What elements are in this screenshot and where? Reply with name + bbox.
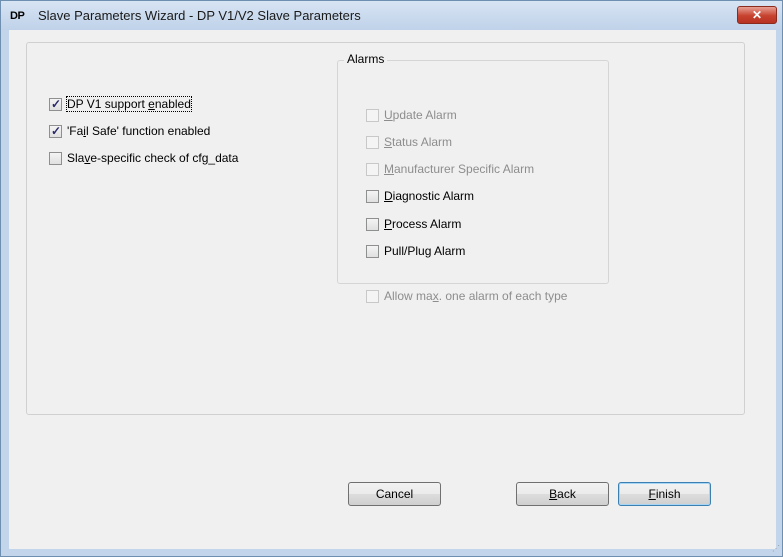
checkbox-box[interactable] (366, 108, 379, 122)
pull-plug-alarm-checkbox[interactable]: Pull/Plug Alarm (366, 243, 465, 259)
diagnostic-alarm-label: Diagnostic Alarm (384, 189, 475, 203)
checkbox-box[interactable] (366, 162, 379, 176)
dp-v1-support-label: DP V1 support enabled (66, 96, 192, 112)
status-alarm-checkbox[interactable]: Status Alarm (366, 134, 452, 150)
checkbox-box[interactable] (49, 151, 62, 165)
checkbox-box[interactable] (49, 124, 62, 138)
fail-safe-label: 'Fail Safe' function enabled (67, 124, 211, 138)
slave-specific-check-checkbox[interactable]: Slave-specific check of cfg_data (49, 150, 238, 166)
update-alarm-label: Update Alarm (384, 108, 457, 122)
manufacturer-specific-alarm-checkbox[interactable]: Manufacturer Specific Alarm (366, 161, 534, 177)
close-icon: ✕ (751, 8, 763, 22)
diagnostic-alarm-checkbox[interactable]: Diagnostic Alarm (366, 188, 474, 204)
finish-button[interactable]: Finish (618, 482, 711, 506)
update-alarm-checkbox[interactable]: Update Alarm (366, 107, 457, 123)
dp-v1-support-checkbox[interactable]: DP V1 support enabled (49, 96, 192, 112)
process-alarm-checkbox[interactable]: Process Alarm (366, 216, 461, 232)
allow-max-one-alarm-label: Allow max. one alarm of each type (384, 289, 568, 303)
dp-app-icon: DP (10, 10, 25, 22)
close-button[interactable]: ✕ (737, 6, 777, 24)
checkbox-box[interactable] (49, 97, 62, 111)
checkbox-box[interactable] (366, 217, 379, 231)
checkbox-box[interactable] (366, 289, 379, 303)
cancel-button[interactable]: Cancel (348, 482, 441, 506)
pull-plug-alarm-label: Pull/Plug Alarm (384, 244, 466, 258)
title-bar[interactable]: DP Slave Parameters Wizard - DP V1/V2 Sl… (1, 1, 782, 30)
process-alarm-label: Process Alarm (384, 217, 462, 231)
alarms-group-title: Alarms (344, 52, 388, 66)
allow-max-one-alarm-checkbox[interactable]: Allow max. one alarm of each type (366, 288, 567, 304)
back-button-label: Back (549, 487, 576, 501)
checkbox-box[interactable] (366, 244, 379, 258)
status-alarm-label: Status Alarm (384, 135, 453, 149)
fail-safe-checkbox[interactable]: 'Fail Safe' function enabled (49, 123, 210, 139)
checkbox-box[interactable] (366, 135, 379, 149)
window-title: Slave Parameters Wizard - DP V1/V2 Slave… (38, 8, 361, 23)
back-button[interactable]: Back (516, 482, 609, 506)
finish-button-label: Finish (648, 487, 681, 501)
manufacturer-specific-alarm-label: Manufacturer Specific Alarm (384, 162, 535, 176)
resize-grip-icon[interactable]: ⋰ (770, 544, 780, 554)
slave-specific-check-label: Slave-specific check of cfg_data (67, 151, 239, 165)
checkbox-box[interactable] (366, 189, 379, 203)
dialog-window: DP Slave Parameters Wizard - DP V1/V2 Sl… (0, 0, 783, 557)
